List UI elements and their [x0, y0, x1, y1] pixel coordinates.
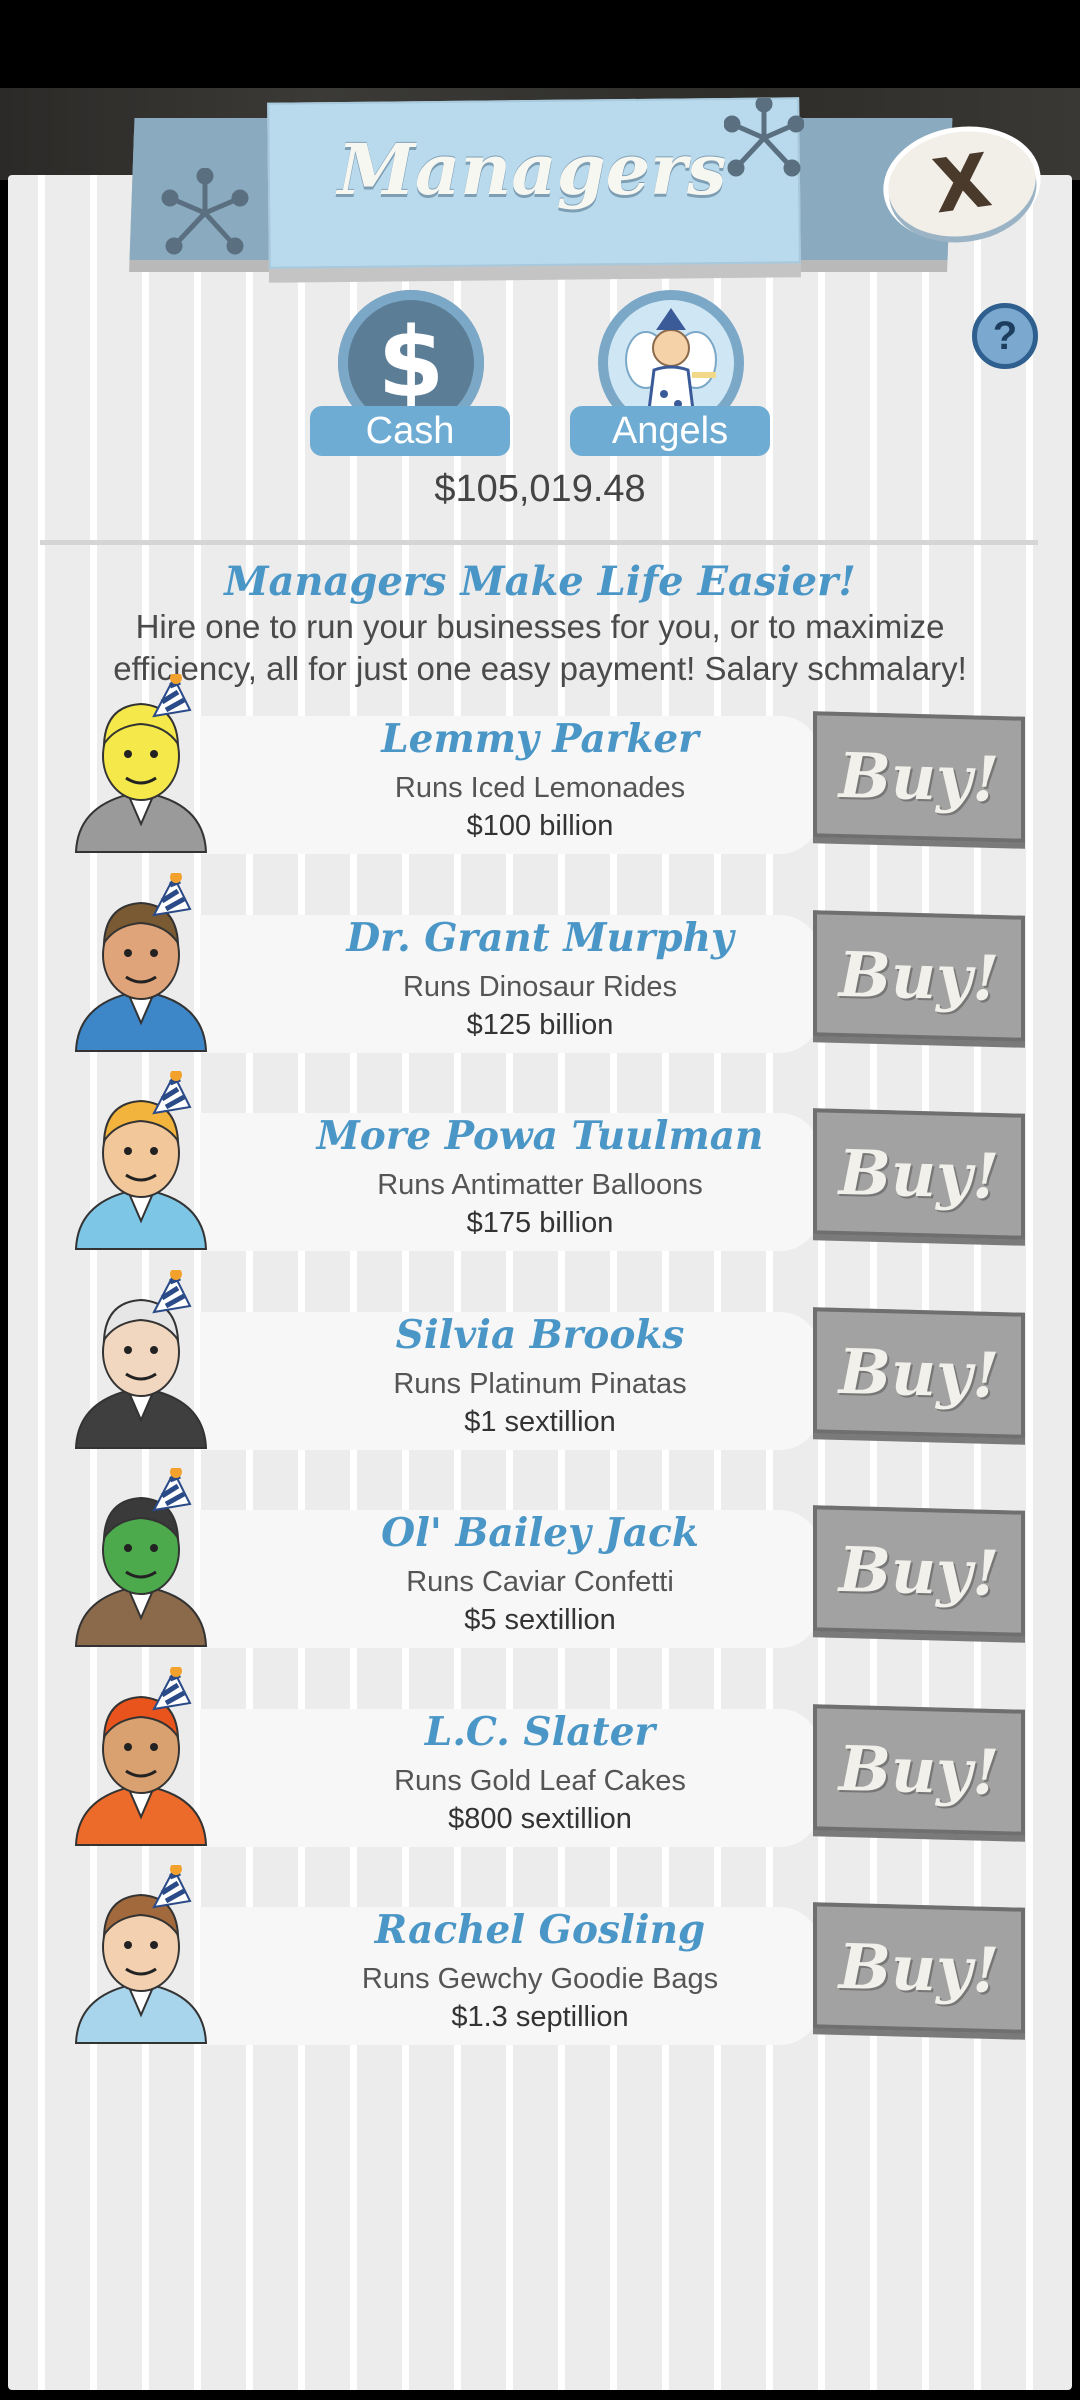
manager-row: More Powa Tuulman Runs Antimatter Balloon… — [0, 1071, 1080, 1253]
cash-tab[interactable]: $ Cash — [310, 290, 510, 458]
manager-price: $175 billion — [466, 1207, 614, 1239]
angels-tab-label: Angels — [570, 406, 770, 456]
manager-name: Dr. Grant Murphy — [346, 914, 734, 961]
manager-row: Lemmy Parker Runs Iced Lemonades $100 bill… — [0, 674, 1080, 856]
manager-row: Rachel Gosling Runs Gewchy Goodie Bags $1.… — [0, 1865, 1080, 2047]
manager-price: $800 sextillion — [448, 1802, 632, 1835]
manager-business: Runs Antimatter Balloons — [377, 1169, 703, 1201]
manager-business: Runs Caviar Confetti — [406, 1566, 674, 1598]
cash-amount: $105,019.48 — [434, 468, 646, 510]
svg-text:$: $ — [378, 307, 445, 419]
page-title: Managers — [337, 128, 727, 211]
manager-business: Runs Gewchy Goodie Bags — [361, 1963, 719, 1995]
manager-business: Runs Platinum Pinatas — [393, 1367, 687, 1400]
manager-row: Ol' Bailey Jack Runs Caviar Confetti $5 se… — [0, 1468, 1080, 1650]
manager-name: L.C. Slater — [424, 1708, 656, 1755]
divider — [40, 540, 1038, 545]
manager-row: Dr. Grant Murphy Runs Dinosaur Rides $125 … — [0, 872, 1080, 1055]
buy-button[interactable]: Buy! — [813, 1505, 1025, 1637]
manager-price: $1 sextillion — [464, 1405, 616, 1438]
manager-price: $5 sextillion — [464, 1604, 616, 1636]
help-icon: ? — [992, 313, 1018, 358]
buy-button[interactable]: Buy! — [813, 1902, 1025, 2034]
manager-name: Silvia Brooks — [395, 1311, 685, 1358]
manager-name: Ol' Bailey Jack — [381, 1510, 699, 1556]
buy-button[interactable]: Buy! — [813, 1108, 1025, 1240]
manager-price: $100 billion — [466, 810, 614, 842]
angels-tab[interactable]: Angels — [570, 290, 770, 458]
buy-button[interactable]: Buy! — [813, 909, 1025, 1042]
cash-tab-label: Cash — [310, 406, 510, 456]
close-icon: X — [927, 137, 997, 231]
starburst-icon — [161, 168, 249, 255]
starburst-icon — [724, 98, 804, 177]
manager-name: Rachel Gosling — [374, 1907, 706, 1953]
buy-button[interactable]: Buy! — [813, 1306, 1025, 1439]
manager-business: Runs Dinosaur Rides — [402, 970, 677, 1003]
buy-button[interactable]: Buy! — [813, 711, 1025, 843]
manager-price: $125 billion — [466, 1008, 614, 1041]
status-bar — [0, 0, 1080, 88]
manager-price: $1.3 septillion — [451, 2001, 629, 2033]
manager-business: Runs Gold Leaf Cakes — [394, 1764, 686, 1797]
help-button[interactable]: ? — [972, 303, 1038, 369]
manager-name: More Powa Tuulman — [316, 1113, 764, 1159]
manager-row: Silvia Brooks Runs Platinum Pinatas $1 sex… — [0, 1269, 1080, 1452]
manager-business: Runs Iced Lemonades — [394, 772, 686, 804]
manager-row: L.C. Slater Runs Gold Leaf Cakes $800 sext… — [0, 1666, 1080, 1849]
buy-button[interactable]: Buy! — [813, 1703, 1025, 1836]
intro-title: Managers Make Life Easier! — [224, 558, 856, 605]
manager-name: Lemmy Parker — [381, 716, 699, 762]
